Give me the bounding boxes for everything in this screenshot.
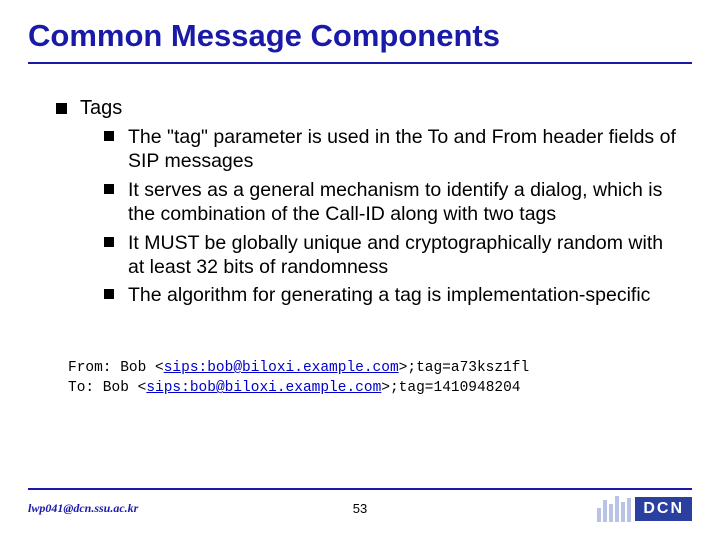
- footer-logo: DCN: [597, 496, 692, 522]
- from-tail: >;tag=a73ksz1fl: [399, 360, 530, 376]
- bullet-text: It MUST be globally unique and cryptogra…: [128, 232, 663, 278]
- square-bullet-icon: [104, 131, 114, 141]
- slide-body: Tags The "tag" parameter is used in the …: [56, 96, 676, 314]
- bullet-text: It serves as a general mechanism to iden…: [128, 179, 662, 225]
- footer-email: lwp041@dcn.ssu.ac.kr: [28, 501, 138, 516]
- bullet-level1: Tags The "tag" parameter is used in the …: [56, 96, 676, 308]
- to-label: To: Bob <: [68, 380, 146, 396]
- to-tail: >;tag=1410948204: [381, 380, 520, 396]
- bullet-level2: The algorithm for generating a tag is im…: [104, 283, 676, 307]
- footer-page-number: 53: [353, 501, 367, 516]
- slide-title: Common Message Components: [28, 18, 500, 54]
- slide: Common Message Components Tags The "tag"…: [0, 0, 720, 540]
- square-bullet-icon: [56, 103, 67, 114]
- bullet-level2: The "tag" parameter is used in the To an…: [104, 125, 676, 174]
- square-bullet-icon: [104, 289, 114, 299]
- square-bullet-icon: [104, 237, 114, 247]
- logo-bars-icon: [597, 496, 631, 522]
- footer-rule: [28, 488, 692, 490]
- bullet-level2-list: The "tag" parameter is used in the To an…: [80, 125, 676, 308]
- bullet-level2: It MUST be globally unique and cryptogra…: [104, 231, 676, 280]
- title-rule: [28, 62, 692, 64]
- bullet-level2: It serves as a general mechanism to iden…: [104, 178, 676, 227]
- bullet-level1-label: Tags: [80, 97, 122, 119]
- logo-text: DCN: [635, 497, 692, 521]
- from-label: From: Bob <: [68, 360, 164, 376]
- from-uri-link[interactable]: sips:bob@biloxi.example.com: [164, 360, 399, 376]
- to-uri-link[interactable]: sips:bob@biloxi.example.com: [146, 380, 381, 396]
- bullet-text: The "tag" parameter is used in the To an…: [128, 126, 676, 172]
- example-line-to: To: Bob <sips:bob@biloxi.example.com>;ta…: [68, 378, 529, 398]
- bullet-text: The algorithm for generating a tag is im…: [128, 284, 650, 306]
- example-line-from: From: Bob <sips:bob@biloxi.example.com>;…: [68, 358, 529, 378]
- square-bullet-icon: [104, 184, 114, 194]
- code-example: From: Bob <sips:bob@biloxi.example.com>;…: [68, 358, 529, 399]
